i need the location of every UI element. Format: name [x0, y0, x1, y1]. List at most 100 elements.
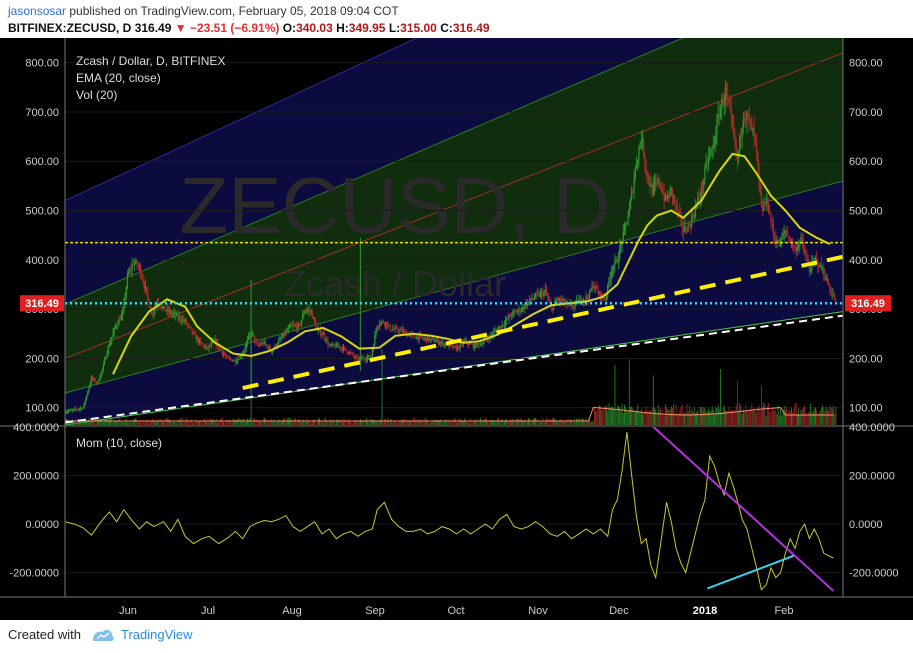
- volume-bar: [820, 407, 822, 425]
- candle-body: [314, 317, 316, 323]
- candle-body: [655, 182, 657, 184]
- candle-body: [197, 337, 199, 343]
- volume-bar: [660, 407, 662, 425]
- candle-body: [380, 322, 382, 325]
- volume-bar: [511, 421, 513, 425]
- volume-bar: [145, 422, 146, 425]
- candle-body: [141, 275, 143, 279]
- price-tick-left: 400.00: [25, 255, 59, 267]
- candle-body: [128, 273, 130, 275]
- created-with-text: Created with: [8, 627, 81, 642]
- candle-body: [555, 300, 557, 302]
- volume-bar: [419, 421, 421, 425]
- candle-body: [435, 340, 437, 342]
- price-chart[interactable]: ZECUSD, D Zcash / Dollar 800.00 800.00 700…: [0, 38, 913, 620]
- volume-bar: [548, 418, 550, 425]
- candle-body: [562, 298, 564, 301]
- volume-bar: [359, 419, 361, 425]
- candle-body: [479, 343, 482, 346]
- volume-bar: [760, 385, 762, 425]
- candle-body: [184, 319, 186, 322]
- candle-body: [152, 313, 154, 315]
- candle-body: [467, 343, 470, 345]
- volume-bar: [753, 408, 755, 425]
- volume-bar: [220, 418, 222, 425]
- candle-body: [112, 332, 114, 338]
- volume-bar: [652, 375, 654, 425]
- candle-body: [148, 298, 150, 308]
- candle-body: [101, 368, 103, 373]
- candle-body: [835, 299, 837, 301]
- volume-bar: [654, 407, 656, 425]
- candle-body: [784, 230, 786, 233]
- volume-bar: [292, 421, 294, 425]
- candle-body: [383, 322, 385, 325]
- candle-body: [388, 324, 390, 326]
- candle-body: [537, 293, 539, 295]
- candle-body: [796, 246, 798, 252]
- candle-body: [267, 345, 269, 350]
- volume-bar: [335, 419, 337, 425]
- candle-body: [225, 355, 227, 357]
- author-link[interactable]: jasonsosar: [8, 4, 66, 18]
- volume-bar: [104, 418, 106, 425]
- volume-bar: [241, 421, 242, 425]
- candle-body: [87, 391, 89, 396]
- volume-bar: [115, 421, 116, 425]
- volume-bar: [476, 422, 478, 425]
- candle-body: [643, 139, 645, 157]
- volume-bar: [750, 409, 752, 425]
- candle-body: [166, 308, 168, 311]
- candle-body: [586, 295, 588, 298]
- candle-body: [622, 230, 624, 243]
- candle-body: [346, 350, 348, 353]
- candle-body: [368, 355, 370, 358]
- candle-body: [761, 207, 764, 211]
- candle-body: [658, 178, 660, 184]
- volume-bar: [311, 421, 313, 425]
- candle-body: [773, 235, 776, 239]
- candle-body: [731, 115, 734, 126]
- volume-bar: [486, 418, 487, 425]
- volume-bar: [442, 422, 444, 425]
- volume-bar: [638, 411, 640, 425]
- volume-bar: [81, 420, 83, 425]
- candle-body: [364, 359, 366, 361]
- candle-body: [824, 275, 826, 280]
- volume-bar: [371, 419, 373, 425]
- candle-body: [440, 342, 442, 344]
- candle-body: [507, 317, 509, 319]
- volume-bar: [710, 410, 712, 425]
- volume-bar: [391, 418, 393, 425]
- volume-bar: [805, 411, 807, 425]
- volume-bar: [716, 407, 718, 425]
- tradingview-link[interactable]: TradingView: [121, 627, 193, 642]
- volume-bar: [784, 409, 786, 425]
- volume-bar: [381, 349, 383, 425]
- volume-bar: [261, 421, 263, 425]
- volume-bar: [661, 413, 663, 425]
- volume-bar: [554, 418, 556, 425]
- volume-bar: [669, 409, 671, 425]
- candle-body: [589, 290, 591, 300]
- candle-body: [150, 311, 153, 314]
- candle-body: [661, 187, 663, 193]
- candle-body: [614, 260, 616, 267]
- volume-bar: [99, 418, 101, 425]
- volume-bar: [295, 418, 297, 425]
- volume-bar: [149, 421, 151, 425]
- candle-body: [551, 307, 554, 311]
- candle-body: [494, 330, 496, 332]
- candle-body: [519, 308, 521, 312]
- candle-body: [332, 343, 334, 346]
- volume-bar: [453, 418, 455, 425]
- volume-bar: [170, 421, 172, 425]
- candle-body: [80, 408, 82, 410]
- candle-body: [640, 140, 642, 144]
- candle-body: [493, 331, 495, 335]
- volume-bar: [351, 422, 353, 425]
- candle-body: [88, 387, 90, 392]
- volume-bar: [517, 418, 519, 425]
- volume-bar: [549, 419, 551, 425]
- candle-body: [830, 291, 832, 295]
